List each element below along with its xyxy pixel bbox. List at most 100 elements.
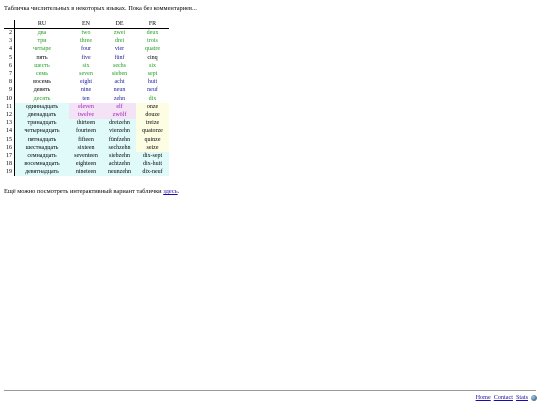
footer-stats-link[interactable]: Stats <box>516 394 528 401</box>
footer-contact-link[interactable]: Contact <box>494 394 513 401</box>
cell-en: six <box>82 62 90 69</box>
table-row: 5 пять five fünf cinq <box>4 53 169 62</box>
cell-ru: семнадцать <box>14 151 69 160</box>
cell-fr: neuf <box>147 87 158 94</box>
cell-ru: девять <box>33 87 51 94</box>
cell-de: siebzehn <box>103 151 136 160</box>
header-en: EN <box>82 21 90 27</box>
cell-de: sechzehn <box>103 143 136 152</box>
row-index: 8 <box>4 78 15 87</box>
header-index <box>4 20 15 29</box>
row-index: 3 <box>4 37 15 46</box>
table-row: 6 шесть six sechs six <box>4 61 169 70</box>
cell-fr: quatre <box>145 46 160 53</box>
cell-fr: treize <box>136 119 169 128</box>
cell-ru: шесть <box>34 62 50 69</box>
cell-de: neun <box>113 87 126 94</box>
table-header-row: RU EN DE FR <box>4 20 169 29</box>
cell-de: zehn <box>113 95 126 102</box>
cell-de: fünfzehn <box>103 135 136 144</box>
table-row: 18 восемнадцать eighteen achtzehn dix-huit <box>4 160 169 169</box>
row-index: 18 <box>4 160 15 169</box>
cell-en: thirteen <box>69 119 103 128</box>
row-index: 4 <box>4 45 15 54</box>
cell-fr: quinze <box>136 135 169 144</box>
footer-home-link[interactable]: Home <box>476 394 491 401</box>
cell-de: neunzehn <box>103 168 136 177</box>
footer-divider <box>4 390 536 391</box>
numerals-table: RU EN DE FR 2 два two zwei deux 3 три three drei… <box>4 20 169 177</box>
cell-ru: три <box>37 38 47 45</box>
interactive-table-link[interactable]: здесь <box>163 188 177 195</box>
table-body: 2 два two zwei deux 3 три three drei trois 4 четыре… <box>4 28 169 177</box>
cell-fr: six <box>148 62 156 69</box>
cell-ru: два <box>37 30 47 37</box>
cell-ru: восемнадцать <box>14 160 69 169</box>
outro-sentence: Ещё можно посмотреть интерактивный вариа… <box>4 188 164 195</box>
intro-text: Табличка числительных в некоторых языках… <box>4 5 197 12</box>
cell-ru: шестнадцать <box>14 143 69 152</box>
cell-fr: dix-neuf <box>136 168 169 177</box>
cell-de: drei <box>114 38 125 45</box>
cell-en: nine <box>80 87 92 94</box>
row-index: 6 <box>4 61 15 70</box>
table-row: 7 семь seven sieben sept <box>4 69 169 79</box>
cell-ru: восемь <box>33 79 51 86</box>
cell-de: acht <box>114 79 125 86</box>
cell-en: sixteen <box>69 143 103 152</box>
cell-fr: trois <box>147 38 158 45</box>
cell-ru: четыре <box>33 46 51 53</box>
cell-ru: одиннадцать <box>14 102 69 111</box>
row-index: 12 <box>4 110 15 120</box>
cell-en: four <box>81 46 91 53</box>
cell-ru: десять <box>33 95 51 102</box>
table-row: 3 три three drei trois <box>4 37 169 46</box>
cell-de: zwölf <box>103 110 136 120</box>
cell-en: ten <box>82 95 90 102</box>
cell-de: vier <box>114 46 125 53</box>
header-fr: FR <box>148 21 157 27</box>
cell-de: fünf <box>114 54 125 61</box>
cell-ru: пять <box>36 54 48 61</box>
row-index: 19 <box>4 168 15 177</box>
cell-ru: девятнадцать <box>14 168 69 177</box>
row-index: 13 <box>4 119 15 128</box>
row-index: 17 <box>4 151 15 160</box>
row-index: 2 <box>4 28 15 38</box>
table-row: 2 два two zwei deux <box>4 28 169 38</box>
cell-de: sieben <box>111 71 128 78</box>
outro-text: Ещё можно посмотреть интерактивный вариа… <box>4 188 179 195</box>
cell-en: eighteen <box>69 160 103 169</box>
cell-en: two <box>81 30 91 37</box>
cell-fr: dix-huit <box>136 160 169 169</box>
row-index: 7 <box>4 69 15 79</box>
outro-suffix: . <box>177 188 180 195</box>
cell-de: zwei <box>113 30 126 37</box>
table-row: 13 тринадцать thirteen dreizehn treize <box>4 119 169 128</box>
cell-fr: douze <box>136 110 169 120</box>
row-index: 11 <box>4 102 15 111</box>
row-index: 15 <box>4 135 15 144</box>
cell-en: seventeen <box>69 151 103 160</box>
cell-ru: тринадцать <box>14 119 69 128</box>
header-de: DE <box>115 21 124 27</box>
cell-en: fifteen <box>69 135 103 144</box>
cell-en: seven <box>79 71 93 78</box>
cell-en: nineteen <box>69 168 103 177</box>
cell-en: five <box>81 54 91 61</box>
globe-icon <box>531 394 537 401</box>
cell-en: eleven <box>69 102 103 111</box>
cell-fr: quatorze <box>136 127 169 136</box>
cell-en: eight <box>80 79 92 86</box>
row-index: 16 <box>4 143 15 152</box>
table-row: 15 пятнадцать fifteen fünfzehn quinze <box>4 135 169 144</box>
cell-fr: dix <box>148 95 157 102</box>
cell-ru: двенадцать <box>14 110 69 120</box>
table-row: 8 восемь eight acht huit <box>4 78 169 87</box>
cell-en: three <box>80 38 92 45</box>
cell-fr: seize <box>136 143 169 152</box>
table-row: 17 семнадцать seventeen siebzehn dix-sept <box>4 151 169 160</box>
row-index: 5 <box>4 53 15 62</box>
footer: Home Contact Stats <box>476 394 537 401</box>
cell-de: sechs <box>113 62 126 69</box>
